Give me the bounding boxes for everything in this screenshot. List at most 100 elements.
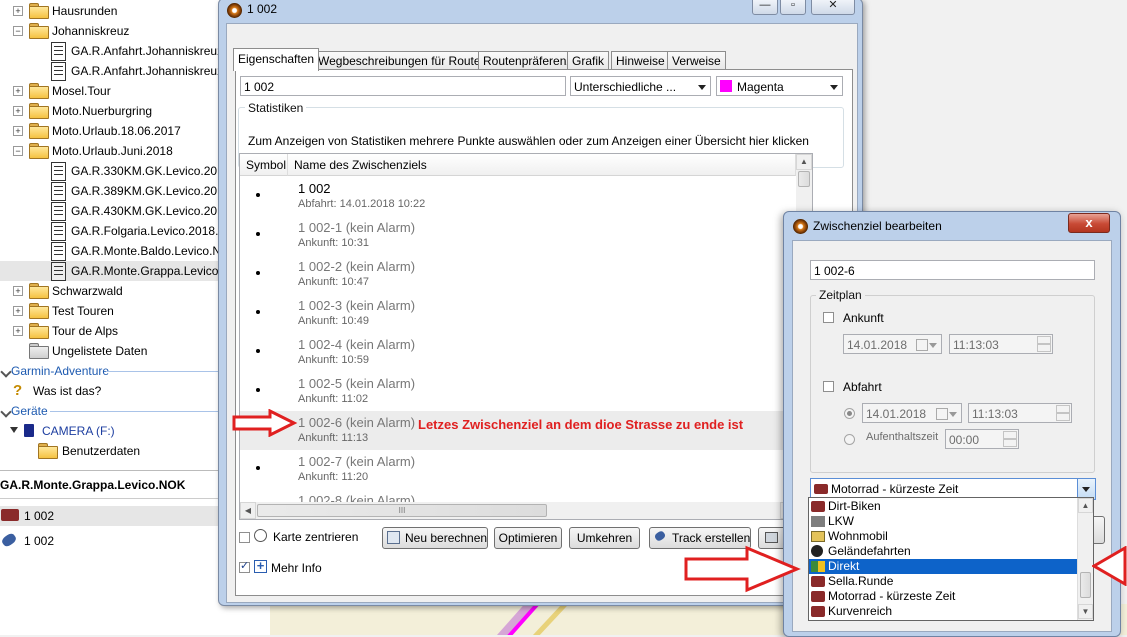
maximize-button[interactable]: ▫ [780, 0, 806, 15]
folder-icon [29, 343, 49, 359]
collapse-icon[interactable]: − [13, 146, 23, 156]
expand-icon[interactable]: + [13, 86, 23, 96]
tree-item-label: GA.R.430KM.GK.Levico.2018 [71, 204, 231, 218]
window-title: 1 002 [247, 2, 278, 16]
column-header-symbol[interactable]: Symbol [240, 154, 288, 176]
waypoint-row[interactable]: 1 002-4 (kein Alarm) Ankunft: 10:59 [240, 333, 796, 372]
motorcycle-icon [811, 591, 825, 602]
routing-profile-dropdown[interactable]: Dirt-Biken LKW Wohnmobil Geländefahrten … [808, 497, 1094, 621]
optimieren-button[interactable]: Optimieren [494, 527, 562, 549]
scroll-thumb[interactable] [798, 171, 810, 187]
neu-berechnen-button[interactable]: Neu berechnen [382, 527, 488, 549]
expand-icon[interactable]: + [13, 326, 23, 336]
route-name-input[interactable]: 1 002 [240, 76, 566, 96]
scroll-thumb[interactable]: III [257, 504, 547, 517]
section-collapse-icon[interactable] [0, 366, 12, 378]
spin-down-icon[interactable] [1037, 344, 1051, 352]
profile-option-highlighted[interactable]: Direkt [809, 559, 1077, 574]
section-geraete[interactable]: Geräte [11, 401, 48, 421]
profile-option[interactable]: Motorrad - kürzeste Zeit [809, 589, 1077, 604]
dialog-close-button[interactable]: x [1068, 213, 1110, 233]
waypoint-row[interactable]: 1 002-2 (kein Alarm) Ankunft: 10:47 [240, 255, 796, 294]
section-garmin-adventure[interactable]: Garmin-Adventure [11, 361, 109, 381]
expand-arrow-icon[interactable] [10, 427, 18, 433]
tab-wegbeschreibungen[interactable]: Wegbeschreibungen für Routen [313, 51, 493, 70]
question-icon: ? [13, 382, 23, 399]
tab-eigenschaften[interactable]: Eigenschaften [233, 48, 320, 71]
tab-verweise[interactable]: Verweise [667, 51, 726, 70]
abfahrt-label[interactable]: Abfahrt [843, 380, 882, 394]
tree-item-label: GA.R.Anfahrt.Johanniskreuz [71, 44, 224, 58]
aufenthaltszeit-radio[interactable] [844, 434, 855, 445]
tree-item-label: Mosel.Tour [52, 84, 111, 98]
profile-option[interactable]: LKW [809, 514, 1077, 529]
scroll-left-arrow-icon[interactable]: ◀ [240, 502, 256, 519]
expand-icon[interactable]: + [13, 286, 23, 296]
umkehren-button[interactable]: Umkehren [569, 527, 640, 549]
abfahrt-date-picker[interactable]: 14.01.2018 [862, 403, 962, 423]
waypoint-list[interactable]: Symbol Name des Zwischenziels 1 002 Abfa… [239, 153, 813, 520]
spin-up-icon[interactable] [1037, 336, 1051, 344]
time-spinner[interactable] [1037, 335, 1051, 353]
horizontal-scrollbar[interactable]: ◀ III ▶ [240, 502, 812, 519]
waypoint-row[interactable]: 1 002-7 (kein Alarm) Ankunft: 11:20 [240, 450, 796, 489]
waypoint-name: 1 002-5 (kein Alarm) [298, 376, 416, 391]
profile-option-label: Motorrad - kürzeste Zeit [828, 589, 956, 603]
scroll-thumb[interactable] [1080, 572, 1091, 598]
calc-mode-select[interactable]: Unterschiedliche ... [570, 76, 711, 96]
waypoint-dot-icon [256, 466, 260, 470]
tab-routenpraeferenz[interactable]: Routenpräferenz [478, 51, 578, 70]
spin-up-icon[interactable] [1003, 431, 1017, 439]
abfahrt-time-input[interactable]: 11:13:03 [968, 403, 1072, 423]
waypoint-row[interactable]: 1 002 Abfahrt: 14.01.2018 10:22 [240, 177, 796, 216]
scroll-up-arrow-icon[interactable]: ▲ [796, 154, 812, 170]
mehr-info-checkbox[interactable] [239, 559, 250, 573]
expand-icon[interactable]: + [13, 6, 23, 16]
karte-zentrieren-label[interactable]: Karte zentrieren [273, 530, 358, 544]
color-select[interactable]: Magenta [716, 76, 843, 96]
karte-zentrieren-checkbox[interactable] [239, 532, 250, 543]
profile-option[interactable]: Wohnmobil [809, 529, 1077, 544]
minimize-button[interactable]: — [752, 0, 778, 15]
tree-item-label: Hausrunden [52, 4, 118, 18]
scroll-up-arrow-icon[interactable]: ▲ [1078, 498, 1093, 513]
profile-option[interactable]: Dirt-Biken [809, 499, 1077, 514]
spin-up-icon[interactable] [1056, 405, 1070, 413]
expand-icon[interactable]: + [13, 106, 23, 116]
waypoint-row[interactable]: 1 002-8 (kein Alarm) [240, 489, 796, 502]
ankunft-checkbox[interactable] [823, 312, 834, 323]
spin-down-icon[interactable] [1003, 439, 1017, 447]
abfahrt-date-value: 14.01.2018 [866, 407, 927, 421]
abfahrt-checkbox[interactable] [823, 381, 834, 392]
column-header-name[interactable]: Name des Zwischenziels [288, 154, 796, 176]
waypoint-row[interactable]: 1 002-3 (kein Alarm) Ankunft: 10:49 [240, 294, 796, 333]
waypoint-name-input[interactable]: 1 002-6 [810, 260, 1095, 280]
time-spinner[interactable] [1003, 430, 1017, 448]
profile-option[interactable]: Kurvenreich [809, 604, 1077, 619]
chevron-down-icon [929, 343, 937, 348]
annotation-arrow [1092, 546, 1127, 586]
aufenthaltszeit-input[interactable]: 00:00 [945, 429, 1019, 449]
tab-hinweise[interactable]: Hinweise [611, 51, 670, 70]
expand-icon[interactable]: + [13, 306, 23, 316]
mehr-info-label[interactable]: Mehr Info [271, 561, 322, 575]
time-spinner[interactable] [1056, 404, 1070, 422]
profile-option[interactable]: Geländefahrten [809, 544, 1077, 559]
dropdown-scrollbar[interactable]: ▲ ▼ [1077, 498, 1093, 620]
waypoint-row[interactable]: 1 002-5 (kein Alarm) Ankunft: 11:02 [240, 372, 796, 411]
scroll-down-arrow-icon[interactable]: ▼ [1078, 604, 1093, 619]
ankunft-date-picker[interactable]: 14.01.2018 [843, 334, 942, 354]
profile-option[interactable]: Sella.Runde [809, 574, 1077, 589]
section-collapse-icon[interactable] [0, 406, 12, 418]
profile-option-label: Geländefahrten [828, 544, 911, 558]
spin-down-icon[interactable] [1056, 413, 1070, 421]
expand-icon[interactable]: + [13, 126, 23, 136]
collapse-icon[interactable]: − [13, 26, 23, 36]
waypoint-row[interactable]: 1 002-1 (kein Alarm) Ankunft: 10:31 [240, 216, 796, 255]
abfahrt-radio[interactable] [844, 408, 855, 419]
ankunft-time-input[interactable]: 11:13:03 [949, 334, 1053, 354]
tab-grafik[interactable]: Grafik [567, 51, 610, 70]
close-button[interactable]: ✕ [811, 0, 855, 15]
tree-item-label: Johanniskreuz [52, 24, 130, 38]
ankunft-label[interactable]: Ankunft [843, 311, 884, 325]
